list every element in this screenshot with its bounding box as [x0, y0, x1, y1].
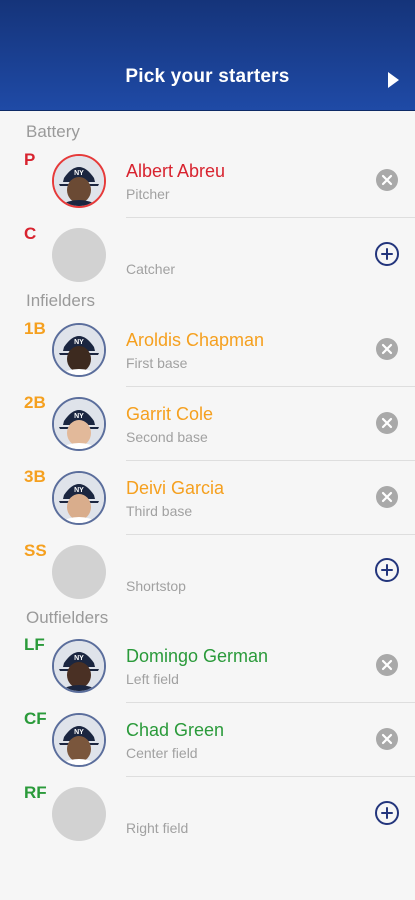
player-avatar: NY	[52, 323, 106, 377]
position-label: RF	[24, 783, 47, 802]
player-avatar: NY	[52, 471, 106, 525]
lineup-row-right-field[interactable]: RF Right field	[0, 783, 415, 857]
svg-text:NY: NY	[74, 339, 84, 346]
player-name: Albert Abreu	[126, 161, 226, 181]
page-title: Pick your starters	[125, 66, 290, 87]
lineup-row-catcher[interactable]: C Catcher	[0, 224, 415, 298]
add-player-icon[interactable]	[374, 800, 400, 826]
position-label: 2B	[24, 393, 46, 412]
player-role: Left field	[126, 671, 179, 687]
row-divider	[126, 386, 415, 387]
player-role: Catcher	[126, 261, 176, 277]
remove-player-icon[interactable]	[375, 653, 399, 677]
play-next-icon[interactable]	[381, 68, 405, 92]
empty-avatar-placeholder	[52, 228, 106, 282]
row-divider	[126, 702, 415, 703]
player-role: Third base	[126, 503, 193, 519]
remove-player-icon[interactable]	[375, 168, 399, 192]
section-outfielders: Outfielders	[26, 608, 109, 627]
player-role: Center field	[126, 745, 198, 761]
player-name: Chad Green	[126, 720, 225, 740]
remove-player-icon[interactable]	[375, 727, 399, 751]
position-label: C	[24, 224, 37, 243]
player-role: Pitcher	[126, 186, 170, 202]
lineup-row-third-base[interactable]: 3B NY Deivi Garcia Third base	[0, 467, 415, 541]
player-avatar: NY	[52, 713, 106, 767]
empty-avatar-placeholder	[52, 545, 106, 599]
row-divider	[126, 534, 415, 535]
player-avatar: NY	[52, 154, 106, 208]
remove-player-icon[interactable]	[375, 337, 399, 361]
player-name: Deivi Garcia	[126, 478, 225, 498]
position-label: SS	[24, 541, 47, 560]
player-name: Domingo German	[126, 646, 269, 666]
player-name: Aroldis Chapman	[126, 330, 265, 350]
player-avatar: NY	[52, 639, 106, 693]
row-divider	[126, 217, 415, 218]
position-label: CF	[24, 709, 47, 728]
position-label: LF	[24, 635, 45, 654]
section-battery: Battery	[26, 122, 80, 141]
svg-text:NY: NY	[74, 413, 84, 420]
add-player-icon[interactable]	[374, 241, 400, 267]
position-label: 1B	[24, 319, 46, 338]
svg-text:NY: NY	[74, 170, 84, 177]
position-label: P	[24, 150, 36, 169]
section-infielders: Infielders	[26, 291, 95, 310]
row-divider	[126, 776, 415, 777]
lineup-row-center-field[interactable]: CF NY Chad Green Center field	[0, 709, 415, 783]
svg-text:NY: NY	[74, 729, 84, 736]
add-player-icon[interactable]	[374, 557, 400, 583]
player-role: Shortstop	[126, 578, 186, 594]
lineup-row-left-field[interactable]: LF NY Domingo German Left field	[0, 635, 415, 709]
row-divider	[126, 460, 415, 461]
svg-text:NY: NY	[74, 487, 84, 494]
empty-avatar-placeholder	[52, 787, 106, 841]
player-role: Right field	[126, 820, 189, 836]
lineup-row-shortstop[interactable]: SS Shortstop	[0, 541, 415, 615]
player-avatar: NY	[52, 397, 106, 451]
remove-player-icon[interactable]	[375, 485, 399, 509]
player-role: First base	[126, 355, 188, 371]
lineup-row-second-base[interactable]: 2B NY Garrit Cole Second base	[0, 393, 415, 467]
position-label: 3B	[24, 467, 46, 486]
remove-player-icon[interactable]	[375, 411, 399, 435]
player-name: Garrit Cole	[126, 404, 214, 424]
header-bar: Pick your starters	[0, 0, 415, 111]
player-role: Second base	[126, 429, 208, 445]
lineup-row-pitcher[interactable]: P NY Albert Abreu Pitcher	[0, 150, 415, 224]
lineup-row-first-base[interactable]: 1B NY Aroldis Chapman First base	[0, 319, 415, 393]
svg-text:NY: NY	[74, 655, 84, 662]
